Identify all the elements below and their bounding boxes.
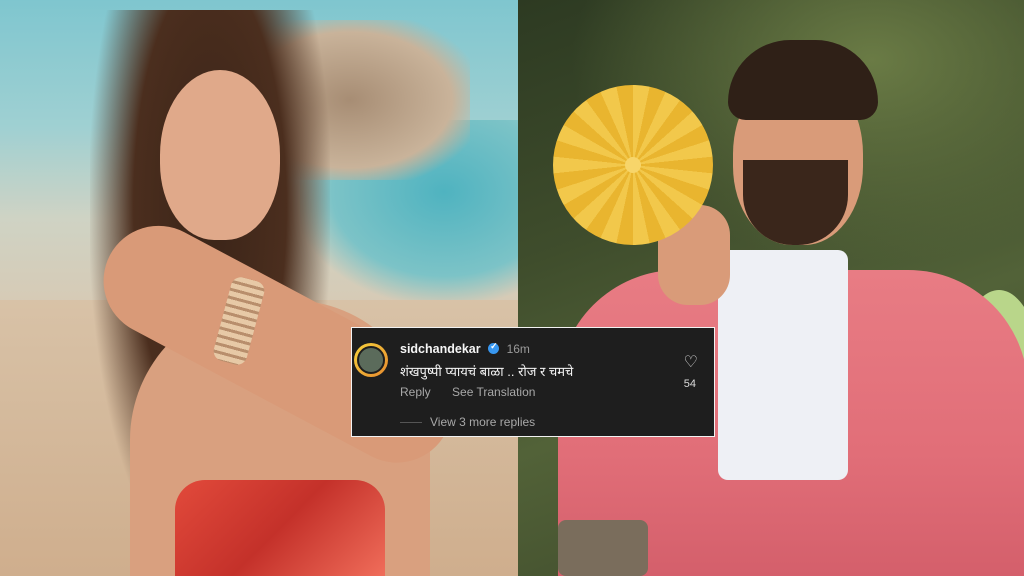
chair: [558, 520, 648, 576]
like-count: 54: [683, 378, 696, 390]
view-more-replies[interactable]: View 3 more replies: [400, 415, 535, 429]
comment-header: sidchandekar 16m: [400, 341, 530, 356]
right-photo: [518, 0, 1024, 576]
paper-fan: [553, 85, 713, 245]
avatar-image: [357, 346, 385, 374]
reply-button[interactable]: Reply: [400, 385, 431, 399]
comment-actions: Reply See Translation: [400, 385, 553, 399]
reply-divider: [400, 422, 422, 424]
comment-time: 16m: [506, 342, 530, 356]
instagram-comment-card: sidchandekar 16m शंखपुष्पी प्यायचं बाळा …: [351, 327, 715, 437]
avatar[interactable]: [354, 343, 388, 377]
view-more-replies-label: View 3 more replies: [430, 415, 536, 429]
comment-text: शंखपुष्पी प्यायचं बाळा .. रोज र चमचे: [400, 364, 574, 379]
see-translation-button[interactable]: See Translation: [452, 385, 535, 399]
red-swimsuit: [175, 480, 385, 576]
heart-icon[interactable]: ♡: [684, 352, 698, 372]
username[interactable]: sidchandekar: [400, 342, 481, 356]
white-shirt: [718, 250, 848, 480]
left-photo: [0, 0, 518, 576]
woman-face: [160, 70, 280, 240]
verified-badge-icon: [488, 341, 500, 354]
